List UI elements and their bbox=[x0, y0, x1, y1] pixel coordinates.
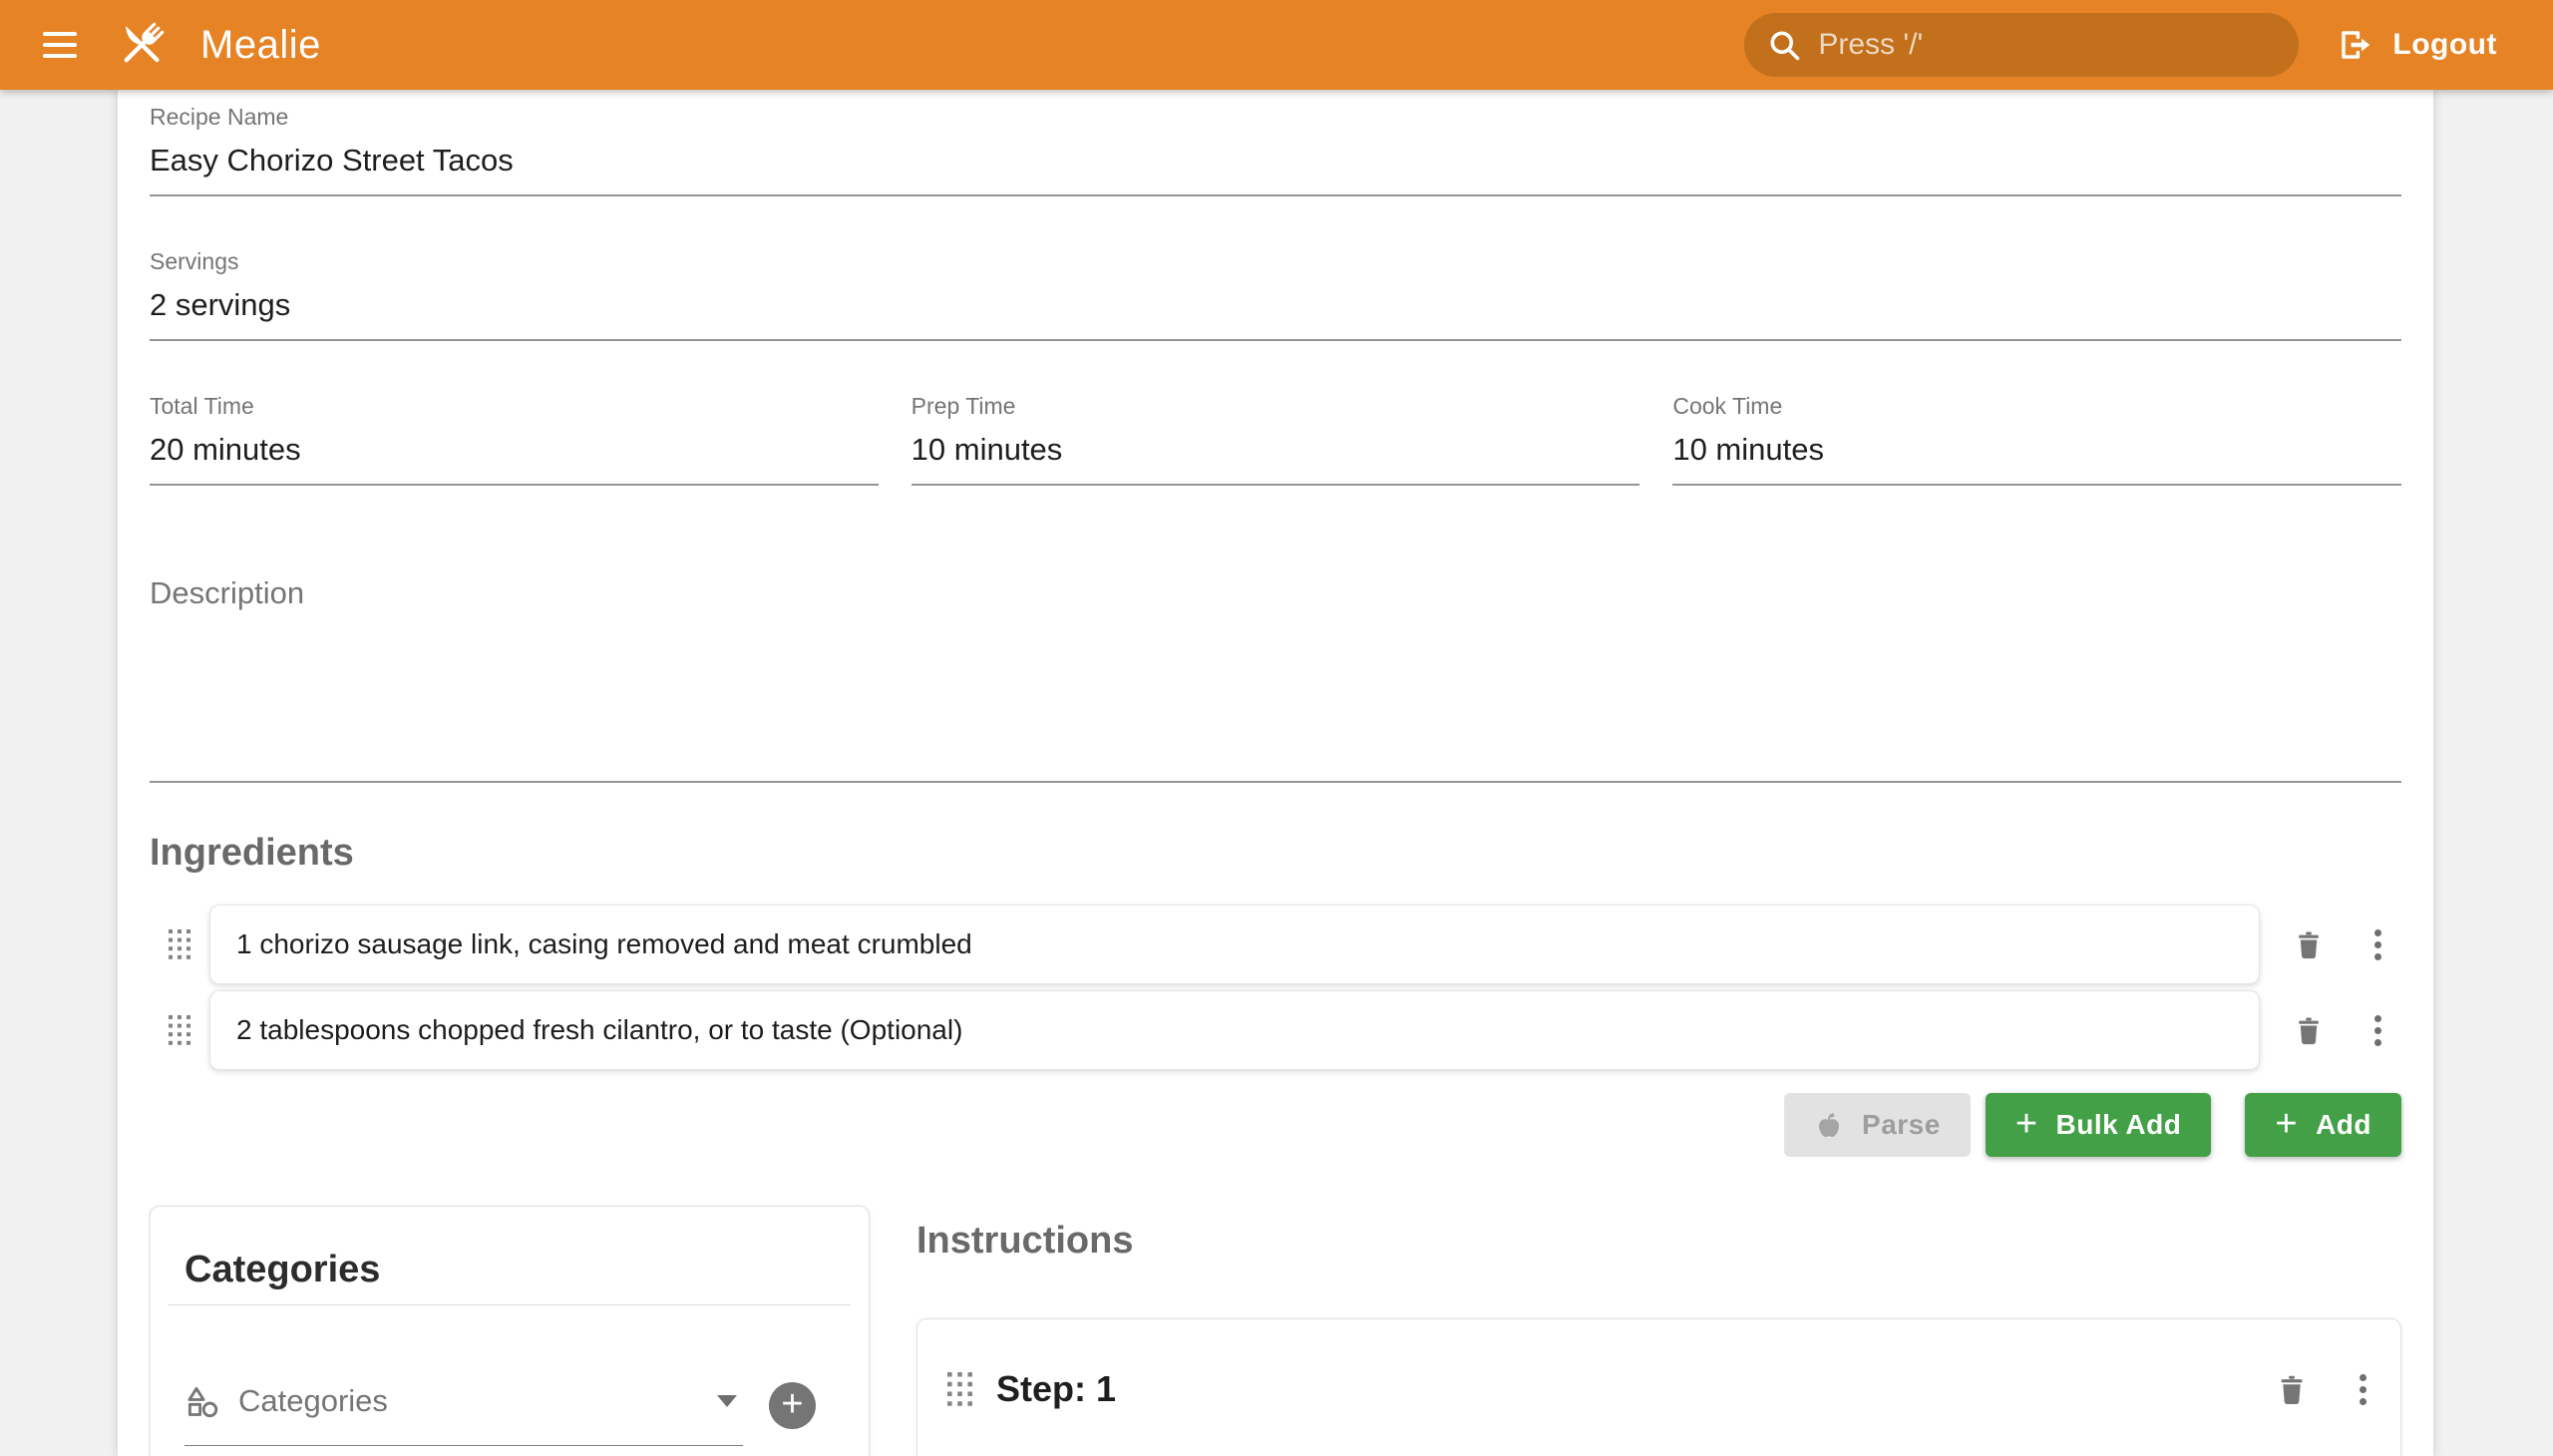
trash-icon[interactable] bbox=[2270, 1367, 2314, 1411]
categories-select-label: Categories bbox=[238, 1383, 699, 1419]
step-card: Step: 1 Combine cr bbox=[916, 1318, 2401, 1456]
servings-field: Servings bbox=[150, 248, 2401, 341]
ingredient-input[interactable] bbox=[209, 990, 2260, 1070]
step-header: Step: 1 bbox=[947, 1367, 2371, 1411]
bottom-section: Categories Categories bbox=[150, 1206, 2401, 1456]
step-title: Step: 1 bbox=[996, 1368, 1116, 1410]
categories-card: Categories Categories bbox=[150, 1206, 870, 1456]
cook-time-label: Cook Time bbox=[1672, 393, 2401, 420]
servings-input[interactable] bbox=[150, 287, 2401, 341]
prep-time-field: Prep Time bbox=[912, 393, 1641, 486]
ingredients-list bbox=[150, 905, 2401, 1070]
recipe-name-input[interactable] bbox=[150, 143, 2401, 196]
drag-handle-icon[interactable] bbox=[947, 1372, 972, 1406]
ingredient-row-actions bbox=[2260, 1008, 2401, 1052]
bulk-add-button-label: Bulk Add bbox=[2056, 1109, 2182, 1141]
caret-down-icon bbox=[717, 1395, 737, 1407]
app-title: Mealie bbox=[200, 23, 321, 68]
recipe-name-label: Recipe Name bbox=[150, 104, 2401, 131]
total-time-label: Total Time bbox=[150, 393, 879, 420]
description-field: Description bbox=[150, 575, 2401, 788]
kebab-icon[interactable] bbox=[2371, 1008, 2385, 1052]
plus-icon: + bbox=[781, 1385, 803, 1423]
times-row: Total Time Prep Time Cook Time bbox=[150, 393, 2401, 486]
instructions-heading: Instructions bbox=[916, 1220, 2401, 1263]
categories-select[interactable]: Categories bbox=[184, 1379, 743, 1446]
categories-title: Categories bbox=[151, 1207, 869, 1304]
prep-time-input[interactable] bbox=[912, 432, 1641, 486]
trash-icon[interactable] bbox=[2288, 923, 2330, 965]
logout-button[interactable]: Logout bbox=[2337, 26, 2497, 64]
recipe-editor-card: Recipe Name Servings Total Time Prep Tim… bbox=[118, 90, 2433, 1456]
ingredient-input[interactable] bbox=[209, 905, 2260, 984]
description-label: Description bbox=[150, 575, 2401, 611]
app-bar: Mealie Logout bbox=[0, 0, 2553, 90]
ingredients-heading: Ingredients bbox=[150, 832, 2401, 875]
cook-time-input[interactable] bbox=[1672, 432, 2401, 486]
parse-button-label: Parse bbox=[1862, 1109, 1941, 1141]
ingredient-row bbox=[150, 905, 2401, 984]
page-background: Recipe Name Servings Total Time Prep Tim… bbox=[0, 90, 2553, 1456]
drag-handle-icon[interactable] bbox=[150, 1015, 209, 1045]
parse-button[interactable]: Parse bbox=[1784, 1093, 1971, 1157]
add-button-label: Add bbox=[2316, 1109, 2371, 1141]
trash-icon[interactable] bbox=[2288, 1009, 2330, 1051]
bulk-add-button[interactable]: + Bulk Add bbox=[1986, 1093, 2212, 1157]
recipe-name-field: Recipe Name bbox=[150, 104, 2401, 196]
drag-handle-icon[interactable] bbox=[150, 929, 209, 959]
total-time-input[interactable] bbox=[150, 432, 879, 486]
search-input[interactable] bbox=[1818, 28, 2277, 62]
logout-label: Logout bbox=[2392, 28, 2497, 62]
kebab-icon[interactable] bbox=[2371, 922, 2385, 966]
description-textarea[interactable] bbox=[150, 611, 2401, 783]
menu-icon[interactable] bbox=[33, 22, 87, 68]
logout-icon bbox=[2337, 26, 2374, 64]
add-category-button[interactable]: + bbox=[769, 1382, 816, 1429]
divider bbox=[169, 1304, 851, 1305]
add-button[interactable]: + Add bbox=[2245, 1093, 2401, 1157]
instructions-section: Instructions Step: 1 bbox=[916, 1206, 2401, 1456]
search-box[interactable] bbox=[1744, 13, 2299, 77]
cook-time-field: Cook Time bbox=[1672, 393, 2401, 486]
silverware-icon bbox=[113, 16, 171, 74]
apple-icon bbox=[1814, 1110, 1844, 1140]
kebab-icon[interactable] bbox=[2356, 1367, 2371, 1411]
search-icon bbox=[1766, 27, 1802, 63]
ingredient-row bbox=[150, 990, 2401, 1070]
total-time-field: Total Time bbox=[150, 393, 879, 486]
plus-icon: + bbox=[2015, 1105, 2038, 1143]
shapes-icon bbox=[184, 1383, 220, 1419]
prep-time-label: Prep Time bbox=[912, 393, 1641, 420]
plus-icon: + bbox=[2275, 1105, 2298, 1143]
ingredient-actions: Parse + Bulk Add + Add bbox=[150, 1093, 2401, 1157]
categories-select-row: Categories + bbox=[184, 1379, 835, 1446]
servings-label: Servings bbox=[150, 248, 2401, 275]
ingredient-row-actions bbox=[2260, 922, 2401, 966]
